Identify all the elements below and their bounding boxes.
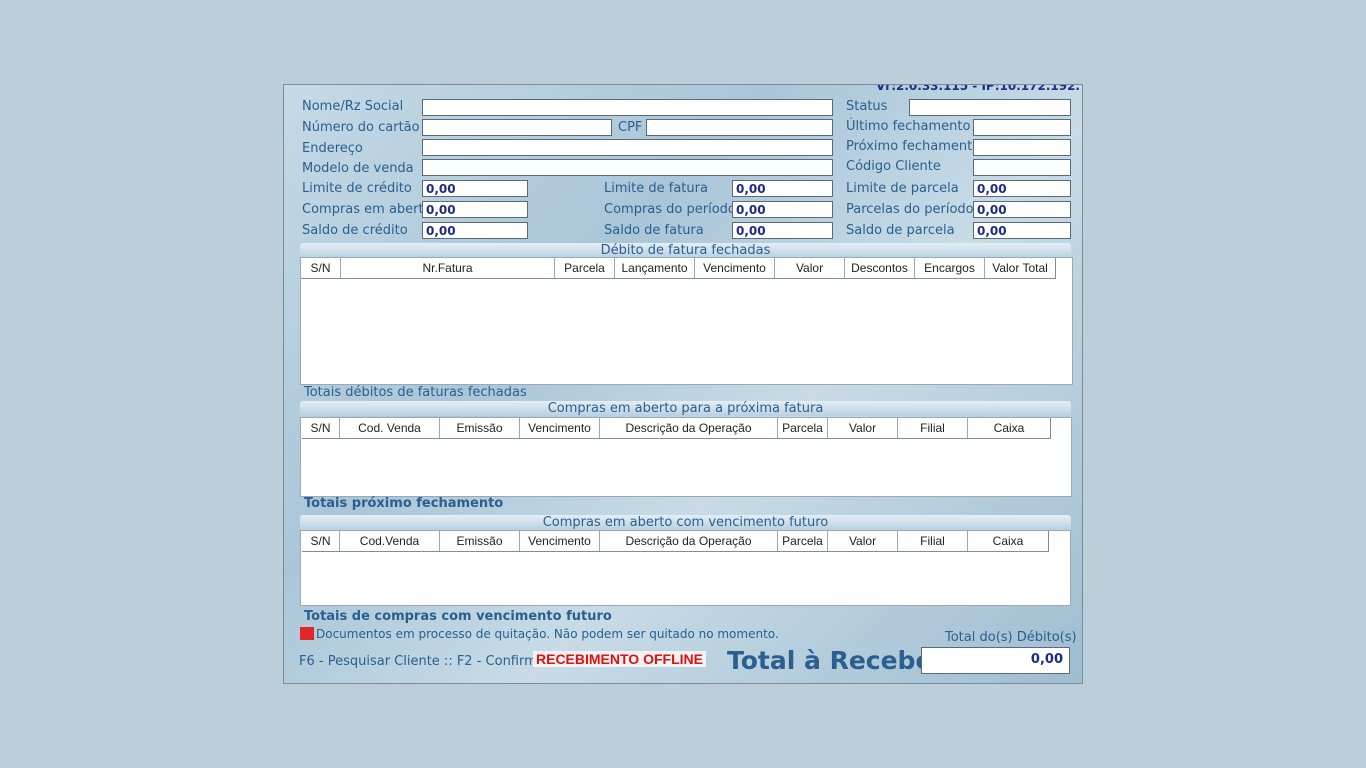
proxima-fatura-grid[interactable]: S/N Cod. Venda Emissão Vencimento Descri… xyxy=(300,417,1072,497)
saldo-fatura-input[interactable]: 0,00 xyxy=(732,222,833,239)
vencimento-futuro-grid[interactable]: S/N Cod.Venda Emissão Vencimento Descriç… xyxy=(300,530,1071,606)
version-ip-label: Vr:2.0.33.115 - IP:10.172.192.75 xyxy=(876,84,1083,93)
grid1-col-descontos[interactable]: Descontos xyxy=(845,258,915,278)
saldo-parcela-label: Saldo de parcela xyxy=(846,223,955,238)
cpf-label: CPF xyxy=(618,120,643,135)
grid2-col-valor[interactable]: Valor xyxy=(828,418,898,438)
grid2-col-caixa[interactable]: Caixa xyxy=(968,418,1050,438)
faturas-fechadas-grid[interactable]: S/N Nr.Fatura Parcela Lançamento Vencime… xyxy=(300,257,1073,385)
grid1-col-encargos[interactable]: Encargos xyxy=(915,258,985,278)
grid1-col-valortotal[interactable]: Valor Total xyxy=(985,258,1055,278)
grid1-col-nrfatura[interactable]: Nr.Fatura xyxy=(341,258,555,278)
ultimo-fechamento-input[interactable] xyxy=(973,119,1071,136)
codigo-cliente-input[interactable] xyxy=(973,159,1071,176)
total-debitos-label: Total do(s) Débito(s) xyxy=(945,630,1077,645)
limite-parcela-input[interactable]: 0,00 xyxy=(973,180,1071,197)
legend-text: Documentos em processo de quitação. Não … xyxy=(316,627,779,641)
compras-aberto-label: Compras em aberto xyxy=(302,202,432,217)
proximo-fechamento-label: Próximo fechamento xyxy=(846,139,981,154)
grid1-header: S/N Nr.Fatura Parcela Lançamento Vencime… xyxy=(301,258,1056,279)
grid3-col-descricao[interactable]: Descrição da Operação xyxy=(600,531,778,551)
grid1-col-parcela[interactable]: Parcela xyxy=(555,258,615,278)
grid3-totals-label: Totais de compras com vencimento futuro xyxy=(304,609,612,624)
nome-input[interactable] xyxy=(422,99,833,116)
grid2-totals-label: Totais próximo fechamento xyxy=(304,496,504,511)
limite-parcela-label: Limite de parcela xyxy=(846,181,959,196)
grid2-col-filial[interactable]: Filial xyxy=(898,418,968,438)
grid2-col-sn[interactable]: S/N xyxy=(302,418,340,438)
saldo-parcela-input[interactable]: 0,00 xyxy=(973,222,1071,239)
grid2-col-emissao[interactable]: Emissão xyxy=(440,418,520,438)
ultimo-fechamento-label: Último fechamento xyxy=(846,119,971,134)
grid3-header: S/N Cod.Venda Emissão Vencimento Descriç… xyxy=(302,531,1049,552)
grid2-title: Compras em aberto para a próxima fatura xyxy=(300,401,1071,416)
grid3-title: Compras em aberto com vencimento futuro xyxy=(300,515,1071,530)
grid3-col-caixa[interactable]: Caixa xyxy=(968,531,1048,551)
compras-periodo-input[interactable]: 0,00 xyxy=(732,201,833,218)
status-input[interactable] xyxy=(909,99,1071,116)
modelo-venda-input[interactable] xyxy=(422,159,833,176)
grid1-col-valor[interactable]: Valor xyxy=(775,258,845,278)
parcelas-periodo-input[interactable]: 0,00 xyxy=(973,201,1071,218)
compras-aberto-input[interactable]: 0,00 xyxy=(422,201,528,218)
cpf-input[interactable] xyxy=(646,119,833,136)
status-label: Status xyxy=(846,99,888,114)
grid1-col-sn[interactable]: S/N xyxy=(301,258,341,278)
nome-label: Nome/Rz Social xyxy=(302,99,404,114)
grid2-col-vencimento[interactable]: Vencimento xyxy=(520,418,600,438)
grid2-col-codvenda[interactable]: Cod. Venda xyxy=(340,418,440,438)
grid3-col-sn[interactable]: S/N xyxy=(302,531,340,551)
shortcuts-hint: F6 - Pesquisar Cliente :: F2 - Confirmar xyxy=(299,654,551,669)
receivables-window: Vr:2.0.33.115 - IP:10.172.192.75 Nome/Rz… xyxy=(283,84,1083,684)
cartao-input[interactable] xyxy=(422,119,612,136)
endereco-label: Endereço xyxy=(302,141,363,156)
grid1-totals-label: Totais débitos de faturas fechadas xyxy=(304,385,527,400)
proximo-fechamento-input[interactable] xyxy=(973,139,1071,156)
limite-fatura-label: Limite de fatura xyxy=(604,181,708,196)
grid3-col-valor[interactable]: Valor xyxy=(828,531,898,551)
legend-color-swatch xyxy=(300,627,314,640)
limite-credito-label: Limite de crédito xyxy=(302,181,412,196)
grid3-col-filial[interactable]: Filial xyxy=(898,531,968,551)
parcelas-periodo-label: Parcelas do período xyxy=(846,202,974,217)
grid3-col-emissao[interactable]: Emissão xyxy=(440,531,520,551)
grid2-header: S/N Cod. Venda Emissão Vencimento Descri… xyxy=(302,418,1051,439)
grid3-col-parcela[interactable]: Parcela xyxy=(778,531,828,551)
saldo-credito-label: Saldo de crédito xyxy=(302,223,408,238)
offline-badge: RECEBIMENTO OFFLINE xyxy=(533,651,706,667)
limite-fatura-input[interactable]: 0,00 xyxy=(732,180,833,197)
saldo-fatura-label: Saldo de fatura xyxy=(604,223,704,238)
modelo-venda-label: Modelo de venda xyxy=(302,161,414,176)
grid2-col-parcela[interactable]: Parcela xyxy=(778,418,828,438)
codigo-cliente-label: Código Cliente xyxy=(846,159,941,174)
endereco-input[interactable] xyxy=(422,139,833,156)
grid3-col-codvenda[interactable]: Cod.Venda xyxy=(340,531,440,551)
limite-credito-input[interactable]: 0,00 xyxy=(422,180,528,197)
compras-periodo-label: Compras do período xyxy=(604,202,736,217)
saldo-credito-input[interactable]: 0,00 xyxy=(422,222,528,239)
grid1-col-lancamento[interactable]: Lançamento xyxy=(615,258,695,278)
total-receber-input[interactable]: 0,00 xyxy=(921,647,1070,674)
grid1-col-vencimento[interactable]: Vencimento xyxy=(695,258,775,278)
grid1-title: Débito de fatura fechadas xyxy=(300,243,1071,258)
grid3-col-vencimento[interactable]: Vencimento xyxy=(520,531,600,551)
grid2-col-descricao[interactable]: Descrição da Operação xyxy=(600,418,778,438)
cartao-label: Número do cartão xyxy=(302,120,420,135)
